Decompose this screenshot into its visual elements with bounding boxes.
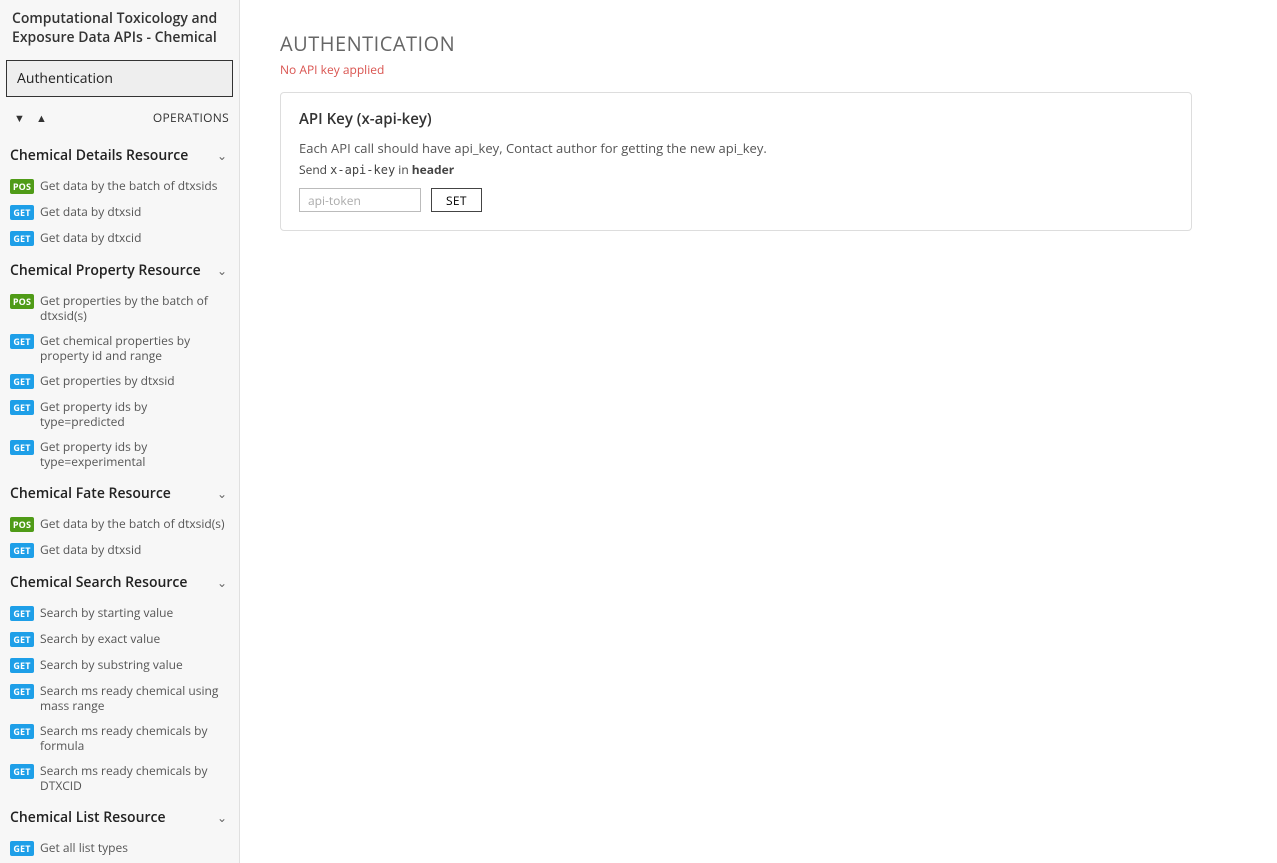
get-badge: GET [10,205,34,220]
endpoint-item[interactable]: GET Search by starting value [0,600,239,626]
endpoint-item[interactable]: POS Get properties by the batch of dtxsid… [0,288,239,328]
get-badge: GET [10,764,34,779]
endpoint-label: Search by substring value [40,657,183,672]
section-title: Chemical List Resource [10,808,166,827]
app-title: Computational Toxicology and Exposure Da… [0,0,239,58]
endpoint-item[interactable]: GET Get data by dtxsid [0,199,239,225]
endpoint-item[interactable]: GET Get data by dtxcid [0,225,239,251]
section-title: Chemical Fate Resource [10,484,171,503]
chevron-down-icon: ⌄ [217,262,227,279]
endpoint-label: Get properties by the batch of dtxsid(s) [40,293,229,323]
endpoint-label: Get data by the batch of dtxsids [40,178,218,193]
section-title: Chemical Property Resource [10,261,201,280]
section-header[interactable]: Chemical Details Resource ⌄ [0,136,239,173]
nav-authentication[interactable]: Authentication [6,60,233,97]
endpoint-item[interactable]: GET Get properties by dtxsid [0,368,239,394]
operations-row: ▼ ▲ OPERATIONS [0,103,239,136]
sidebar-section: Chemical Property Resource ⌄ POS Get proper… [0,251,239,474]
card-sub-bold: header [412,161,454,178]
endpoint-item[interactable]: GET Get property ids by type=experimental [0,434,239,474]
get-badge: GET [10,724,34,739]
endpoint-label: Get data by the batch of dtxsid(s) [40,516,225,531]
post-badge: POS [10,294,34,309]
endpoint-label: Get chemical properties by property id a… [40,333,229,363]
endpoint-item[interactable]: GET Get data by dtxsid [0,537,239,563]
section-header[interactable]: Chemical Property Resource ⌄ [0,251,239,288]
api-token-input[interactable] [299,188,421,212]
get-badge: GET [10,440,34,455]
card-title: API Key (x-api-key) [299,109,1173,129]
get-badge: GET [10,334,34,349]
chevron-down-icon: ⌄ [217,485,227,502]
endpoint-item[interactable]: GET Search ms ready chemicals by formula [0,718,239,758]
endpoint-label: Search ms ready chemicals by formula [40,723,229,753]
endpoint-label: Get property ids by type=predicted [40,399,229,429]
operations-label: OPERATIONS [153,109,229,126]
get-badge: GET [10,841,34,856]
endpoint-label: Get data by dtxsid [40,542,141,557]
endpoint-label: Search by starting value [40,605,173,620]
sidebar-section: Chemical List Resource ⌄ GET Get all list t… [0,798,239,861]
card-sub-prefix: Send [299,161,330,178]
get-badge: GET [10,684,34,699]
endpoint-label: Get all list types [40,840,128,855]
api-key-card: API Key (x-api-key) Each API call should… [280,92,1192,231]
get-badge: GET [10,606,34,621]
section-header[interactable]: Chemical Search Resource ⌄ [0,563,239,600]
endpoint-label: Search ms ready chemicals by DTXCID [40,763,229,793]
endpoint-item[interactable]: GET Get property ids by type=predicted [0,394,239,434]
post-badge: POS [10,517,34,532]
get-badge: GET [10,543,34,558]
endpoint-label: Get properties by dtxsid [40,373,175,388]
sidebar-section: Chemical Details Resource ⌄ POS Get data by… [0,136,239,251]
post-badge: POS [10,179,34,194]
endpoint-label: Search by exact value [40,631,160,646]
api-key-warning: No API key applied [280,61,1237,78]
endpoint-item[interactable]: GET Search ms ready chemical using mass r… [0,678,239,718]
get-badge: GET [10,231,34,246]
section-title: Chemical Search Resource [10,573,187,592]
endpoint-item[interactable]: GET Search ms ready chemicals by DTXCID [0,758,239,798]
get-badge: GET [10,632,34,647]
card-desc: Each API call should have api_key, Conta… [299,139,1173,157]
endpoint-label: Get data by dtxcid [40,230,141,245]
endpoint-item[interactable]: POS Get data by the batch of dtxsid(s) [0,511,239,537]
set-button[interactable]: SET [431,188,482,212]
get-badge: GET [10,374,34,389]
endpoint-item[interactable]: POS Get data by the batch of dtxsids [0,173,239,199]
endpoint-item[interactable]: GET Get all list types [0,835,239,861]
page-title: AUTHENTICATION [280,30,1237,57]
get-badge: GET [10,400,34,415]
main-content: AUTHENTICATION No API key applied API Ke… [240,0,1277,863]
card-sub-mid: in [395,161,412,178]
chevron-down-icon: ⌄ [217,574,227,591]
sidebar-section: Chemical Fate Resource ⌄ POS Get data by th… [0,474,239,563]
sort-desc-icon[interactable]: ▼ [10,111,29,126]
chevron-down-icon: ⌄ [217,147,227,164]
sidebar: Computational Toxicology and Exposure Da… [0,0,240,863]
sidebar-section: Chemical Search Resource ⌄ GET Search by st… [0,563,239,798]
endpoint-item[interactable]: GET Get chemical properties by property i… [0,328,239,368]
endpoint-label: Get data by dtxsid [40,204,141,219]
section-title: Chemical Details Resource [10,146,188,165]
endpoint-item[interactable]: GET Search by substring value [0,652,239,678]
chevron-down-icon: ⌄ [217,809,227,826]
sort-asc-icon[interactable]: ▲ [32,111,51,126]
card-sub: Send x-api-key in header [299,161,1173,178]
endpoint-label: Get property ids by type=experimental [40,439,229,469]
get-badge: GET [10,658,34,673]
section-header[interactable]: Chemical List Resource ⌄ [0,798,239,835]
section-header[interactable]: Chemical Fate Resource ⌄ [0,474,239,511]
endpoint-label: Search ms ready chemical using mass rang… [40,683,229,713]
endpoint-item[interactable]: GET Search by exact value [0,626,239,652]
card-sub-code: x-api-key [330,163,395,177]
